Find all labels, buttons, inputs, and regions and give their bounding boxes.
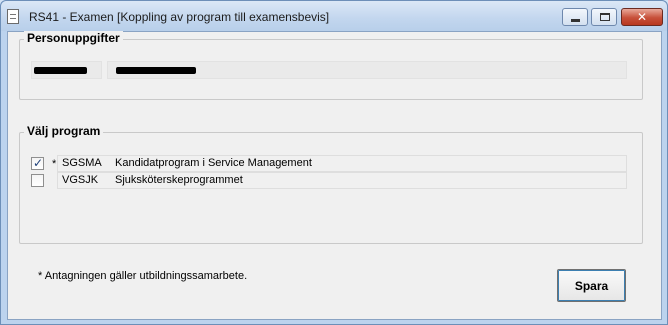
window-title: RS41 - Examen [Koppling av program till … bbox=[29, 10, 330, 24]
person-name-field[interactable] bbox=[107, 61, 627, 79]
close-icon: ✕ bbox=[637, 10, 648, 24]
program-selection-group: Välj program ✓ * SGSMA Kandidatprogram i… bbox=[19, 124, 643, 244]
program-code: SGSMA bbox=[62, 157, 102, 169]
program-checkbox-vgsjk[interactable] bbox=[31, 174, 44, 187]
program-checkbox-sgsma[interactable]: ✓ bbox=[31, 156, 44, 170]
document-icon[interactable] bbox=[7, 9, 19, 24]
program-row[interactable]: SGSMA Kandidatprogram i Service Manageme… bbox=[57, 155, 627, 172]
minimize-button[interactable] bbox=[562, 8, 588, 26]
maximize-button[interactable] bbox=[591, 8, 617, 26]
checkmark-icon: ✓ bbox=[33, 156, 44, 170]
program-name: Sjuksköterskeprogrammet bbox=[115, 174, 243, 186]
personal-info-group: Personuppgifter bbox=[19, 31, 643, 100]
admission-marker: * bbox=[52, 158, 57, 170]
program-row[interactable]: VGSJK Sjuksköterskeprogrammet bbox=[57, 172, 627, 189]
program-name: Kandidatprogram i Service Management bbox=[115, 157, 312, 169]
personal-info-legend: Personuppgifter bbox=[24, 31, 123, 45]
save-button[interactable]: Spara bbox=[557, 269, 626, 302]
minimize-icon bbox=[571, 19, 580, 22]
redacted-id bbox=[34, 67, 87, 74]
title-bar[interactable]: RS41 - Examen [Koppling av program till … bbox=[1, 1, 667, 31]
dialog-content: Personuppgifter Välj program ✓ * SGSMA K… bbox=[7, 31, 662, 320]
application-window: RS41 - Examen [Koppling av program till … bbox=[0, 0, 668, 325]
program-selection-legend: Välj program bbox=[24, 124, 104, 138]
redacted-name bbox=[116, 67, 196, 74]
maximize-icon bbox=[600, 13, 610, 21]
footnote-text: * Antagningen gäller utbildningssamarbet… bbox=[38, 270, 248, 282]
person-id-field[interactable] bbox=[31, 61, 102, 79]
close-button[interactable]: ✕ bbox=[621, 8, 663, 26]
program-code: VGSJK bbox=[62, 174, 99, 186]
